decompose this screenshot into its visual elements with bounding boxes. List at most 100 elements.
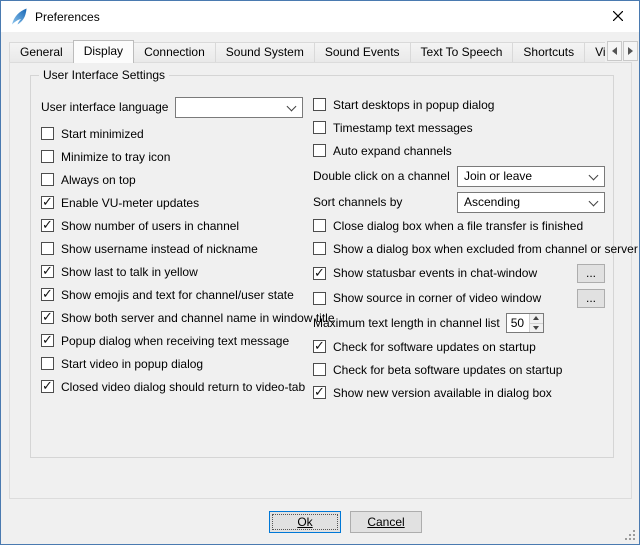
double-click-row: Double click on a channel Join or leave [313,165,605,187]
checkbox-video-popup[interactable]: Start video in popup dialog [41,355,303,372]
checkbox-icon [313,292,326,305]
sort-channels-row: Sort channels by Ascending [313,191,605,213]
preferences-window: Preferences General Display Connection S… [0,0,640,545]
checkbox-beta-updates[interactable]: Check for beta software updates on start… [313,361,605,378]
tab-sound-events[interactable]: Sound Events [314,42,411,62]
checkbox-label: Closed video dialog should return to vid… [61,380,305,394]
tab-sound-system[interactable]: Sound System [215,42,315,62]
close-button[interactable] [597,1,639,32]
language-combobox[interactable] [175,97,303,118]
spinner-value: 50 [507,314,529,332]
checkbox-icon [41,196,54,209]
spin-down-button[interactable] [530,324,543,333]
checkbox-statusbar-events[interactable]: Show statusbar events in chat-window ... [313,263,605,283]
chevron-down-icon [287,103,296,112]
app-icon [10,8,28,26]
checkbox-label: Show emojis and text for channel/user st… [61,288,294,302]
double-click-value: Join or leave [464,169,532,183]
checkbox-show-username[interactable]: Show username instead of nickname [41,240,303,257]
checkbox-icon [313,386,326,399]
checkbox-label: Show source in corner of video window [333,291,541,305]
checkbox-icon [41,265,54,278]
video-source-browse-button[interactable]: ... [577,289,605,308]
checkbox-show-user-count[interactable]: Show number of users in channel [41,217,303,234]
checkbox-label: Check for beta software updates on start… [333,363,562,377]
language-row: User interface language [41,96,303,118]
checkbox-icon [41,334,54,347]
tab-shortcuts[interactable]: Shortcuts [512,42,585,62]
statusbar-events-browse-button[interactable]: ... [577,264,605,283]
checkbox-icon [41,242,54,255]
ok-button[interactable]: Ok [269,511,341,533]
checkbox-icon [313,98,326,111]
titlebar[interactable]: Preferences [1,1,639,32]
checkbox-label: Close dialog box when a file transfer is… [333,219,583,233]
sort-channels-value: Ascending [464,195,520,209]
checkbox-icon [41,219,54,232]
checkbox-excluded-dialog[interactable]: Show a dialog box when excluded from cha… [313,240,605,257]
max-text-length-label: Maximum text length in channel list [313,316,500,330]
checkbox-icon [41,311,54,324]
resize-grip[interactable] [623,528,636,541]
sort-channels-combobox[interactable]: Ascending [457,192,605,213]
checkbox-new-version-dialog[interactable]: Show new version available in dialog box [313,384,605,401]
chevron-down-icon [589,172,598,181]
arrow-left-icon [612,47,617,55]
language-label: User interface language [41,100,168,114]
spin-up-button[interactable] [530,314,543,324]
checkbox-icon [313,267,326,280]
tab-bar: General Display Connection Sound System … [9,40,639,62]
checkbox-close-filetransfer-dialog[interactable]: Close dialog box when a file transfer is… [313,217,605,234]
checkbox-icon [313,144,326,157]
checkbox-timestamp-messages[interactable]: Timestamp text messages [313,119,605,136]
checkbox-icon [41,380,54,393]
checkbox-label: Show last to talk in yellow [61,265,198,279]
checkbox-label: Minimize to tray icon [61,150,170,164]
checkbox-minimize-to-tray[interactable]: Minimize to tray icon [41,148,303,165]
checkbox-vu-meter-updates[interactable]: Enable VU-meter updates [41,194,303,211]
checkbox-last-talk-yellow[interactable]: Show last to talk in yellow [41,263,303,280]
ui-settings-group: User Interface Settings User interface l… [30,75,614,458]
checkbox-label: Show statusbar events in chat-window [333,266,537,280]
arrow-down-icon [533,326,539,330]
checkbox-start-minimized[interactable]: Start minimized [41,125,303,142]
window-title: Preferences [35,10,100,24]
checkbox-label: Start desktops in popup dialog [333,98,494,112]
tab-scroll-left-button[interactable] [607,41,622,61]
tab-general[interactable]: General [9,42,74,62]
checkbox-icon [41,150,54,163]
checkbox-popup-text-message[interactable]: Popup dialog when receiving text message [41,332,303,349]
checkbox-icon [313,121,326,134]
tab-text-to-speech[interactable]: Text To Speech [410,42,514,62]
checkbox-label: Show number of users in channel [61,219,239,233]
tab-scroll-right-button[interactable] [623,41,638,61]
cancel-button[interactable]: Cancel [350,511,422,533]
checkbox-icon [41,127,54,140]
tab-display[interactable]: Display [73,40,134,63]
checkbox-emoji-text-state[interactable]: Show emojis and text for channel/user st… [41,286,303,303]
checkbox-label: Always on top [61,173,136,187]
checkbox-label: Start minimized [61,127,144,141]
double-click-label: Double click on a channel [313,169,450,183]
checkbox-icon [41,288,54,301]
checkbox-label: Show a dialog box when excluded from cha… [333,242,638,256]
checkbox-always-on-top[interactable]: Always on top [41,171,303,188]
double-click-combobox[interactable]: Join or leave [457,166,605,187]
checkbox-video-return-tab[interactable]: Closed video dialog should return to vid… [41,378,303,395]
spinner-buttons [529,314,543,332]
checkbox-video-source-corner[interactable]: Show source in corner of video window ..… [313,288,605,308]
checkbox-desktops-popup[interactable]: Start desktops in popup dialog [313,96,605,113]
max-text-length-row: Maximum text length in channel list 50 [313,313,605,333]
cancel-button-label: Cancel [367,515,404,529]
checkbox-label: Enable VU-meter updates [61,196,199,210]
checkbox-software-updates[interactable]: Check for software updates on startup [313,338,605,355]
checkbox-label: Show both server and channel name in win… [61,311,335,325]
tab-connection[interactable]: Connection [133,42,216,62]
checkbox-server-channel-title[interactable]: Show both server and channel name in win… [41,309,303,326]
right-column: Start desktops in popup dialog Timestamp… [313,96,605,407]
ok-button-label: Ok [297,515,312,529]
checkbox-label: Timestamp text messages [333,121,473,135]
max-text-length-spinner[interactable]: 50 [506,313,544,333]
checkbox-auto-expand-channels[interactable]: Auto expand channels [313,142,605,159]
checkbox-icon [41,357,54,370]
